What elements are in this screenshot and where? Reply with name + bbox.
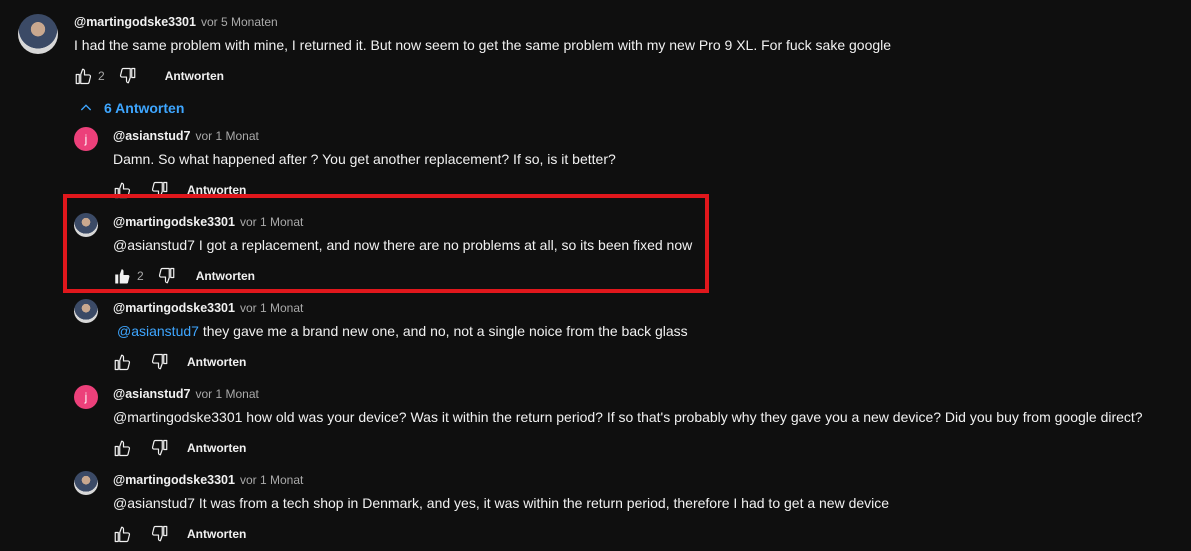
- comment-body: they gave me a brand new one, and no, no…: [198, 323, 688, 339]
- comment-text: @martingodske3301 how old was your devic…: [113, 409, 1143, 425]
- like-button[interactable]: [113, 353, 131, 371]
- thumbs-down-icon: [151, 525, 168, 542]
- avatar[interactable]: j: [74, 127, 98, 151]
- comment-actions: Antworten: [113, 438, 246, 458]
- comment-actions: Antworten: [113, 524, 246, 544]
- like-button[interactable]: [113, 525, 131, 543]
- author-name[interactable]: @martingodske3301: [74, 15, 196, 29]
- comment-author[interactable]: @martingodske3301 vor 1 Monat: [113, 473, 303, 487]
- author-name[interactable]: @asianstud7: [113, 129, 191, 143]
- comment-text: @asianstud7 they gave me a brand new one…: [113, 323, 688, 339]
- comment-time[interactable]: vor 1 Monat: [196, 387, 259, 401]
- replies-count-label: 6 Antworten: [104, 100, 185, 116]
- reply-button[interactable]: Antworten: [187, 355, 246, 369]
- avatar[interactable]: j: [74, 385, 98, 409]
- thumbs-down-icon: [151, 439, 168, 456]
- comment-time[interactable]: vor 1 Monat: [196, 129, 259, 143]
- replies-toggle[interactable]: 6 Antworten: [78, 100, 184, 116]
- author-name[interactable]: @martingodske3301: [113, 301, 235, 315]
- thumbs-up-icon: [114, 354, 131, 371]
- avatar[interactable]: [18, 14, 58, 54]
- dislike-button[interactable]: [119, 67, 137, 85]
- comment-time[interactable]: vor 5 Monaten: [201, 15, 278, 29]
- thumbs-up-icon: [114, 440, 131, 457]
- thumbs-up-icon: [75, 68, 92, 85]
- highlight-box: [63, 194, 709, 293]
- author-name[interactable]: @asianstud7: [113, 387, 191, 401]
- mention-link[interactable]: @asianstud7: [117, 323, 199, 339]
- comment-text: Damn. So what happened after ? You get a…: [113, 151, 616, 167]
- avatar-letter: j: [84, 390, 88, 404]
- dislike-button[interactable]: [151, 439, 169, 457]
- reply-button[interactable]: Antworten: [187, 441, 246, 455]
- reply-button[interactable]: Antworten: [187, 527, 246, 541]
- comment-actions: 2 Antworten: [74, 66, 224, 86]
- like-count: 2: [98, 69, 105, 83]
- avatar[interactable]: [74, 471, 98, 495]
- comment-text: @asianstud7 It was from a tech shop in D…: [113, 495, 890, 511]
- like-button[interactable]: [113, 439, 131, 457]
- avatar[interactable]: [74, 299, 98, 323]
- thumbs-up-icon: [114, 526, 131, 543]
- reply-button[interactable]: Antworten: [165, 69, 224, 83]
- avatar-letter: j: [84, 132, 88, 146]
- comment-actions: Antworten: [113, 352, 246, 372]
- comment-author[interactable]: @martingodske3301 vor 1 Monat: [113, 301, 303, 315]
- comment-time[interactable]: vor 1 Monat: [240, 301, 303, 315]
- like-button[interactable]: [74, 67, 92, 85]
- thumbs-down-icon: [151, 353, 168, 370]
- dislike-button[interactable]: [151, 353, 169, 371]
- dislike-button[interactable]: [151, 525, 169, 543]
- comment-author[interactable]: @asianstud7 vor 1 Monat: [113, 387, 259, 401]
- author-name[interactable]: @martingodske3301: [113, 473, 235, 487]
- thumbs-down-icon: [119, 67, 136, 84]
- comment-author[interactable]: @asianstud7 vor 1 Monat: [113, 129, 259, 143]
- chevron-up-icon: [80, 104, 92, 111]
- comment-author[interactable]: @martingodske3301 vor 5 Monaten: [74, 15, 278, 29]
- comment-text: I had the same problem with mine, I retu…: [74, 37, 892, 53]
- comment-time[interactable]: vor 1 Monat: [240, 473, 303, 487]
